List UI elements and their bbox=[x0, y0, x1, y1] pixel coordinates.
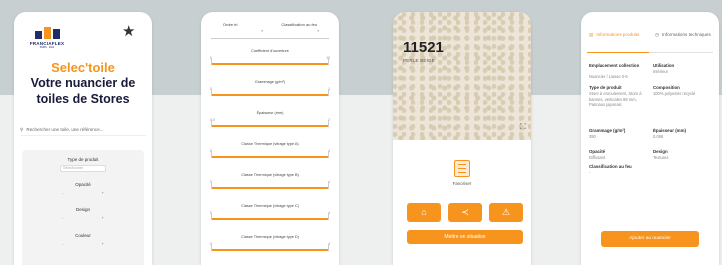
filter-panel: Type de produit Sélectionner Opacité - + … bbox=[22, 150, 144, 265]
filters-screen: Ordre tri Classification au feu - ▾ - ▾ Co… bbox=[201, 12, 339, 265]
field-value: Store à enroulement, Store à bannes, ver… bbox=[589, 91, 642, 107]
filter-opacity-label: Opacité bbox=[75, 182, 91, 187]
range-track[interactable] bbox=[211, 151, 329, 158]
range-track[interactable] bbox=[211, 182, 329, 189]
logo-mark bbox=[27, 27, 67, 39]
field-label: Emplacement collection bbox=[589, 63, 640, 68]
range-slider-label: Classe Thermique (vitrage type D) bbox=[241, 235, 299, 239]
range-track[interactable] bbox=[211, 213, 329, 220]
field-label: Composition bbox=[653, 85, 680, 90]
filter-color-label: Couleur bbox=[75, 233, 91, 238]
search-placeholder: Rechercher une toile, une référence... bbox=[26, 127, 104, 132]
field-value: 0.058 bbox=[653, 134, 664, 139]
sort-label: Ordre tri bbox=[222, 22, 238, 27]
field-label: Grammage (g/m²) bbox=[589, 128, 626, 133]
filter-color-stepper[interactable]: - + bbox=[62, 242, 104, 246]
range-track[interactable] bbox=[211, 58, 329, 65]
field-label: Design bbox=[653, 149, 668, 154]
sort-select[interactable]: - ▾ bbox=[225, 29, 263, 34]
app-title-brand: Selec'toile bbox=[51, 60, 115, 75]
classification-select[interactable]: - ▾ bbox=[281, 29, 319, 34]
app-title-line-2: toiles de Stores bbox=[36, 92, 130, 106]
field-label: Classification au feu bbox=[589, 164, 632, 169]
field-label: Épaisseur (mm) bbox=[653, 128, 686, 133]
search-icon: ⚲ bbox=[20, 126, 24, 132]
field-value: 100% polyester recyclé bbox=[653, 91, 696, 96]
home-action-button[interactable]: ⌂ bbox=[407, 203, 441, 222]
tab-technical-info[interactable]: ◷ Informations techniques bbox=[655, 32, 715, 38]
range-slider-label: Classe Thermique (vitrage type B) bbox=[241, 173, 299, 177]
field-label: Utilisation bbox=[653, 63, 675, 68]
favorite-label: Favoriser bbox=[452, 181, 472, 186]
field-value: Textures bbox=[653, 155, 669, 160]
filter-type-label: Type de produit bbox=[67, 157, 99, 162]
product-reference: 11521 bbox=[403, 39, 444, 56]
filter-type-select[interactable]: Sélectionner bbox=[60, 165, 106, 172]
star-icon[interactable]: ★ bbox=[122, 22, 135, 40]
active-tab-indicator bbox=[587, 52, 649, 53]
tab-product-info[interactable]: ▤ Informations produits bbox=[589, 32, 649, 38]
filter-design-label: Design bbox=[75, 207, 90, 212]
tab-divider bbox=[649, 52, 713, 53]
favorite-icon[interactable] bbox=[454, 160, 470, 177]
alert-action-button[interactable]: ⚠ bbox=[489, 203, 523, 222]
range-slider-label: Classe Thermique (vitrage type C) bbox=[241, 204, 299, 208]
search-input[interactable]: ⚲ Rechercher une toile, une référence... bbox=[20, 124, 146, 136]
classification-label: Classification au feu bbox=[281, 22, 318, 27]
range-slider-label: Épaisseur (mm) bbox=[256, 111, 284, 115]
field-value: Diffusant bbox=[589, 155, 606, 160]
field-label: Type de produit bbox=[589, 85, 622, 90]
range-slider-label: Classe Thermique (vitrage type A) bbox=[241, 142, 299, 146]
filter-opacity-stepper[interactable]: - + bbox=[62, 191, 104, 195]
field-value: - bbox=[589, 170, 591, 175]
range-track[interactable] bbox=[211, 89, 329, 96]
field-value: Nuancier / Liasse 0-5 bbox=[589, 74, 628, 79]
field-value: 390 bbox=[589, 134, 596, 139]
tab-technical-info-label: Informations techniques bbox=[662, 32, 711, 37]
expand-icon[interactable]: ⛶ bbox=[520, 122, 526, 132]
home-screen: FRANCIAFLEX PARIS · 2021 ★ Selec'toile V… bbox=[14, 12, 152, 265]
product-name: PERLE BEIGE bbox=[403, 58, 435, 63]
info-icon: ▤ bbox=[589, 32, 594, 37]
range-slider-label: Coefficient d'ouverture bbox=[251, 49, 289, 53]
logo-subtext: PARIS · 2021 bbox=[39, 46, 55, 49]
technical-icon: ◷ bbox=[655, 32, 660, 37]
range-slider-label: Grammage (g/m²) bbox=[254, 80, 286, 84]
fabric-swatch-image[interactable] bbox=[393, 12, 531, 140]
range-track[interactable] bbox=[211, 244, 329, 251]
add-to-swatchbook-button[interactable]: Ajouter au nuancier bbox=[601, 231, 699, 247]
field-label: Opacité bbox=[589, 149, 606, 154]
product-info-screen: ▤ Informations produits ◷ Informations t… bbox=[581, 12, 719, 265]
filter-design-stepper[interactable]: - + bbox=[62, 216, 104, 220]
divider bbox=[211, 38, 329, 39]
product-detail-screen: 11521 PERLE BEIGE ⛶ Favoriser ⌂ ≺ ⚠ Mett… bbox=[393, 12, 531, 265]
tab-product-info-label: Informations produits bbox=[596, 32, 640, 37]
place-in-situation-button[interactable]: Mettre en situation bbox=[407, 230, 523, 244]
app-title-line-1: Votre nuancier de bbox=[30, 76, 136, 90]
field-value: Intérieur bbox=[653, 69, 669, 74]
brand-logo: FRANCIAFLEX PARIS · 2021 bbox=[27, 27, 67, 49]
range-track[interactable] bbox=[211, 120, 329, 127]
filters-header: Ordre tri Classification au feu bbox=[201, 22, 339, 27]
share-action-button[interactable]: ≺ bbox=[448, 203, 482, 222]
